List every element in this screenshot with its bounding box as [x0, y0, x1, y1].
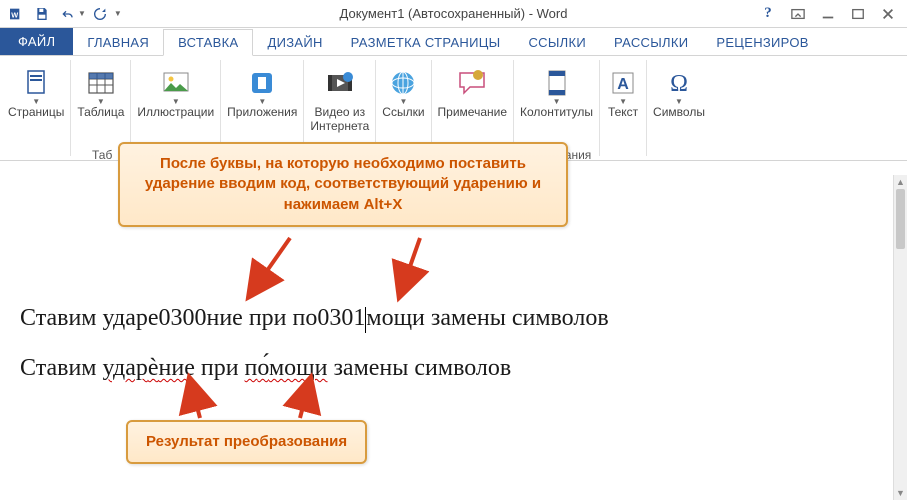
links-icon: ▼: [386, 62, 420, 104]
undo-dropdown-icon[interactable]: ▼: [78, 9, 86, 18]
close-icon[interactable]: [877, 3, 899, 25]
save-icon[interactable]: [30, 2, 54, 26]
tab-references[interactable]: ССЫЛКИ: [514, 30, 600, 55]
symbols-icon: Ω ▼: [662, 62, 696, 104]
callout-result: Результат преобразования: [126, 420, 367, 464]
minimize-icon[interactable]: [817, 3, 839, 25]
tab-review[interactable]: РЕЦЕНЗИРОВ: [702, 30, 822, 55]
ribbon-tabs: ФАЙЛ ГЛАВНАЯ ВСТАВКА ДИЗАЙН РАЗМЕТКА СТР…: [0, 28, 907, 56]
vertical-scrollbar[interactable]: ▲ ▼: [893, 175, 907, 500]
tab-file[interactable]: ФАЙЛ: [0, 28, 73, 55]
scroll-down-icon[interactable]: ▼: [894, 486, 907, 500]
quick-access-toolbar: W ▼ ▼: [0, 2, 122, 26]
text-icon: A ▼: [606, 62, 640, 104]
ribbon-text[interactable]: A ▼ Текст: [600, 60, 647, 156]
tab-mailings[interactable]: РАССЫЛКИ: [600, 30, 702, 55]
tab-home[interactable]: ГЛАВНАЯ: [73, 30, 163, 55]
comment-icon: [455, 62, 489, 104]
table-icon: ▼: [84, 62, 118, 104]
illustrations-icon: ▼: [159, 62, 193, 104]
window-title: Документ1 (Автосохраненный) - Word: [340, 6, 568, 21]
scroll-up-icon[interactable]: ▲: [894, 175, 907, 189]
doc-line-1: Ставим ударе0300ние при по0301мощи замен…: [20, 305, 609, 332]
svg-text:W: W: [11, 10, 18, 19]
help-icon[interactable]: ?: [757, 3, 779, 25]
word-app-icon[interactable]: W: [4, 2, 28, 26]
svg-text:A: A: [617, 76, 629, 93]
group-label-table: Таб: [92, 148, 112, 162]
callout-instruction: После буквы, на которую необходимо поста…: [118, 142, 568, 227]
doc-line-2: Ставим ударение при помощи замены символ…: [20, 355, 511, 382]
headerfooter-icon: ▼: [540, 62, 574, 104]
qat-customize-icon[interactable]: ▼: [114, 9, 122, 18]
window-controls: ?: [757, 3, 907, 25]
tab-design[interactable]: ДИЗАЙН: [253, 30, 336, 55]
redo-icon[interactable]: [88, 2, 112, 26]
video-icon: [323, 62, 357, 104]
maximize-icon[interactable]: [847, 3, 869, 25]
pages-icon: ▼: [19, 62, 53, 104]
svg-text:Ω: Ω: [670, 71, 688, 97]
ribbon-pages[interactable]: ▼ Страницы: [2, 60, 71, 156]
undo-icon[interactable]: [56, 2, 80, 26]
ribbon-symbols[interactable]: Ω ▼ Символы: [647, 60, 711, 156]
titlebar: W ▼ ▼ Документ1 (Автосохраненный) - Word…: [0, 0, 907, 28]
tab-insert[interactable]: ВСТАВКА: [163, 29, 253, 56]
tab-layout[interactable]: РАЗМЕТКА СТРАНИЦЫ: [337, 30, 515, 55]
scroll-thumb[interactable]: [896, 189, 905, 249]
apps-icon: ▼: [245, 62, 279, 104]
ribbon-display-icon[interactable]: [787, 3, 809, 25]
